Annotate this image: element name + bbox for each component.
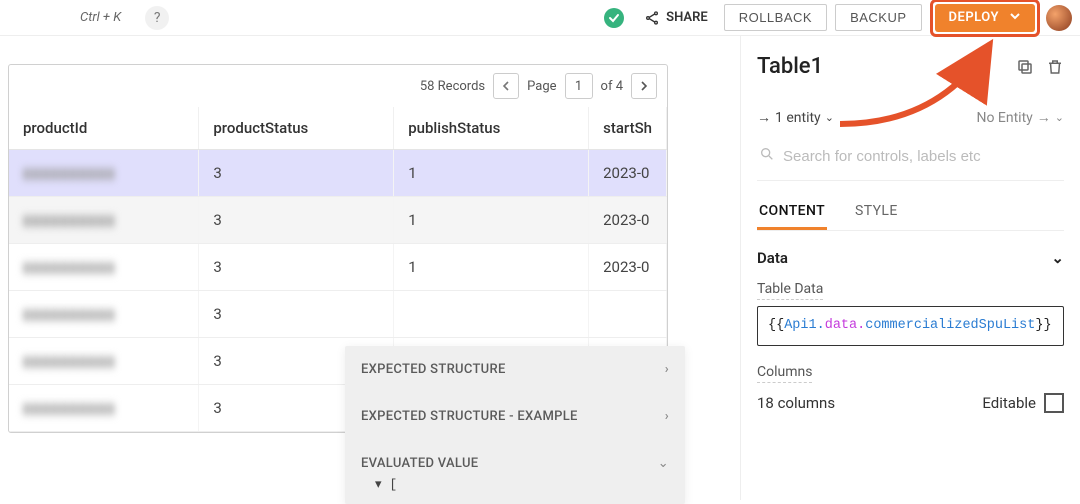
col-header[interactable]: productId [9,107,199,150]
property-panel: Table1 → 1 entity ⌄ No Entity → ⌄ [740,36,1080,500]
table-cell[interactable]: 3 [199,291,394,338]
columns-count: 18 columns [757,394,835,412]
table-cell[interactable]: 2023-0 [589,244,667,291]
table-row[interactable]: ▮▮▮▮▮▮▮▮▮▮3 [9,291,667,338]
delete-icon[interactable] [1046,58,1064,76]
help-button[interactable]: ? [145,6,169,30]
share-icon [644,10,660,26]
table-data-code-input[interactable]: {{Api1.data.commercializedSpuList}} [757,306,1064,346]
col-header[interactable]: publishStatus [394,107,589,150]
table-cell[interactable]: 1 [394,150,589,197]
table-cell[interactable]: ▮▮▮▮▮▮▮▮▮▮ [9,291,199,338]
deploy-label: DEPLOY [949,10,999,25]
page-number[interactable]: 1 [565,73,593,99]
table-header-row: productId productStatus publishStatus st… [9,107,667,150]
editable-checkbox[interactable] [1044,393,1064,413]
chevron-down-icon: ⌄ [1055,111,1064,124]
table-cell[interactable]: ▮▮▮▮▮▮▮▮▮▮ [9,244,199,291]
chevron-right-icon: › [665,409,669,424]
table-cell[interactable]: 2023-0 [589,197,667,244]
property-tabs: CONTENT STYLE [757,195,1064,231]
property-search[interactable] [757,140,1064,181]
chevron-down-icon: ⌄ [825,111,834,124]
table-cell[interactable]: ▮▮▮▮▮▮▮▮▮▮ [9,150,199,197]
deploy-button[interactable]: DEPLOY [935,4,1035,32]
editable-label: Editable [982,394,1036,412]
keyboard-shortcut-hint: Ctrl + K [80,10,121,25]
evaluated-value-popover: EXPECTED STRUCTURE › EXPECTED STRUCTURE … [345,346,685,504]
search-icon [759,146,775,166]
table-cell[interactable]: 2023-0 [589,150,667,197]
page-word: Page [527,79,556,94]
col-header[interactable]: startSh [589,107,667,150]
chevron-down-icon: ⌄ [1051,249,1064,267]
tab-content[interactable]: CONTENT [757,195,827,230]
table-row[interactable]: ▮▮▮▮▮▮▮▮▮▮312023-0 [9,244,667,291]
rollback-button[interactable]: ROLLBACK [724,4,827,31]
topbar: Ctrl + K ? SHARE ROLLBACK BACKUP DEPLOY [0,0,1080,36]
table-cell[interactable]: ▮▮▮▮▮▮▮▮▮▮ [9,385,199,432]
table-cell[interactable]: 1 [394,197,589,244]
copy-icon[interactable] [1016,58,1034,76]
page-total: of 4 [601,79,623,94]
avatar[interactable] [1046,5,1072,31]
entity-source-selector[interactable]: → 1 entity ⌄ [757,109,834,126]
data-section-toggle[interactable]: Data ⌄ [757,249,1064,267]
table-cell[interactable]: 3 [199,197,394,244]
deploy-highlight-frame: DEPLOY [930,0,1040,37]
table-cell[interactable]: ▮▮▮▮▮▮▮▮▮▮ [9,197,199,244]
chevron-down-icon [1009,10,1021,26]
backup-button[interactable]: BACKUP [835,4,921,31]
table-cell[interactable]: 1 [394,244,589,291]
arrow-right-icon: → [757,109,771,126]
property-search-input[interactable] [783,148,1062,165]
table-cell[interactable] [394,291,589,338]
table-cell[interactable]: 3 [199,150,394,197]
chevron-down-icon: ⌄ [658,456,669,471]
table-cell[interactable]: 3 [199,244,394,291]
chevron-right-icon: › [665,362,669,377]
prev-page-button[interactable] [493,73,519,99]
col-header[interactable]: productStatus [199,107,394,150]
records-count: 58 Records [420,79,485,94]
columns-label: Columns [757,364,812,383]
evaluated-value-toggle[interactable]: EVALUATED VALUE ⌄ [345,440,685,477]
status-ok-icon [604,8,624,28]
next-page-button[interactable] [631,73,657,99]
table-row[interactable]: ▮▮▮▮▮▮▮▮▮▮312023-0 [9,197,667,244]
table-cell[interactable]: ▮▮▮▮▮▮▮▮▮▮ [9,338,199,385]
arrow-right-icon: → [1037,109,1051,126]
tab-style[interactable]: STYLE [853,195,900,230]
widget-title[interactable]: Table1 [757,54,823,79]
expected-structure-example-toggle[interactable]: EXPECTED STRUCTURE - EXAMPLE › [345,393,685,440]
entity-target-selector[interactable]: No Entity → ⌄ [976,109,1064,126]
table-pagination-bar: 58 Records Page 1 of 4 [9,65,667,107]
table-data-label: Table Data [757,281,823,300]
canvas-area: 58 Records Page 1 of 4 productId product… [0,36,740,500]
expected-structure-toggle[interactable]: EXPECTED STRUCTURE › [345,346,685,393]
share-button[interactable]: SHARE [636,10,716,26]
table-cell[interactable] [589,291,667,338]
share-label: SHARE [666,10,708,25]
table-row[interactable]: ▮▮▮▮▮▮▮▮▮▮312023-0 [9,150,667,197]
